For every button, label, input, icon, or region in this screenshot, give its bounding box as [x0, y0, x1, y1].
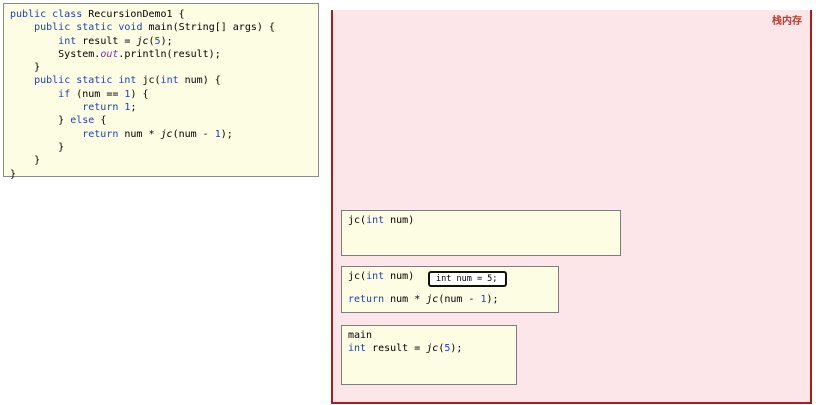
code-token: num) [384, 215, 415, 226]
code-line: } else { [10, 114, 318, 127]
code-token: int [160, 75, 179, 87]
code-line: } [10, 61, 318, 74]
stack-memory-panel: 栈内存 jc(int num) jc(int num) int num = 5;… [331, 10, 812, 404]
code-token: num * [384, 294, 427, 305]
code-token: } [10, 115, 71, 127]
code-line: public static void main(String[] args) { [10, 21, 318, 34]
code-token: RecursionDemo1 { [82, 9, 185, 20]
code-line: } [10, 154, 318, 167]
code-token: ); [486, 294, 499, 305]
code-token: (num - [172, 128, 215, 140]
code-token: return [348, 294, 385, 305]
code-token: ); [450, 343, 463, 354]
code-token: System. [10, 48, 101, 60]
code-line: return num * jc(num - 1); [10, 128, 318, 141]
code-token: .println(result); [118, 48, 221, 60]
code-line: public static int jc(int num) { [10, 74, 318, 87]
code-token: jc( [136, 75, 161, 87]
code-token: public static int [34, 75, 137, 87]
code-token: (num - [438, 294, 481, 305]
code-token: jc [426, 343, 439, 354]
frame-header: jc(int num) [348, 271, 414, 282]
stack-frame-main: main int result = jc(5); [341, 325, 517, 385]
frame-header: jc(int num) [348, 215, 414, 226]
code-line: int result = jc(5); [10, 35, 318, 48]
code-token: jc [160, 128, 173, 140]
code-token: int [366, 215, 385, 226]
code-token: } [10, 155, 41, 167]
code-token: public class [10, 9, 83, 20]
code-token: int [58, 35, 77, 47]
code-token: main(String[] args) { [142, 22, 275, 34]
code-token: public static void [34, 22, 143, 34]
code-line: } [10, 168, 318, 181]
code-token: num * [118, 128, 161, 140]
code-panel: public class RecursionDemo1 { public sta… [3, 3, 319, 180]
code-token: ); [220, 128, 233, 140]
frame-statement: int result = jc(5); [348, 343, 462, 354]
code-token: (num == [70, 88, 125, 100]
code-token: num) { [178, 75, 221, 87]
code-token: if [58, 88, 71, 100]
code-token: jc( [348, 271, 367, 282]
code-token: } [10, 141, 65, 153]
code-token: else [70, 115, 95, 127]
code-token: } [10, 168, 17, 180]
code-token: jc( [348, 215, 367, 226]
code-token: jc [426, 294, 439, 305]
code-token: result = [76, 35, 137, 47]
code-token: return [82, 128, 119, 140]
code-token: jc [136, 35, 149, 47]
stack-memory-title: 栈内存 [772, 16, 802, 27]
frame-return-statement: return num * jc(num - 1); [348, 294, 499, 305]
code-line: } [10, 141, 318, 154]
local-variable-box: int num = 5; [428, 271, 507, 287]
stack-frame-jc-middle: jc(int num) int num = 5; return num * jc… [341, 266, 559, 313]
code-token: ) { [130, 88, 149, 100]
code-token: num) [384, 271, 415, 282]
code-token: int [366, 271, 385, 282]
code-token: int [348, 343, 367, 354]
code-token: return [82, 102, 119, 114]
frame-name: main [348, 330, 373, 341]
code-line: public class RecursionDemo1 { [10, 8, 318, 21]
code-line: System.out.println(result); [10, 48, 318, 61]
code-token: ; [130, 102, 137, 114]
code-line: return 1; [10, 101, 318, 114]
stack-frame-jc-top: jc(int num) [341, 210, 621, 256]
code-token: out [100, 48, 119, 60]
code-token: } [10, 62, 41, 74]
code-token: { [94, 115, 107, 127]
code-token: ); [160, 35, 173, 47]
code-token: result = [366, 343, 427, 354]
code-line: if (num == 1) { [10, 88, 318, 101]
